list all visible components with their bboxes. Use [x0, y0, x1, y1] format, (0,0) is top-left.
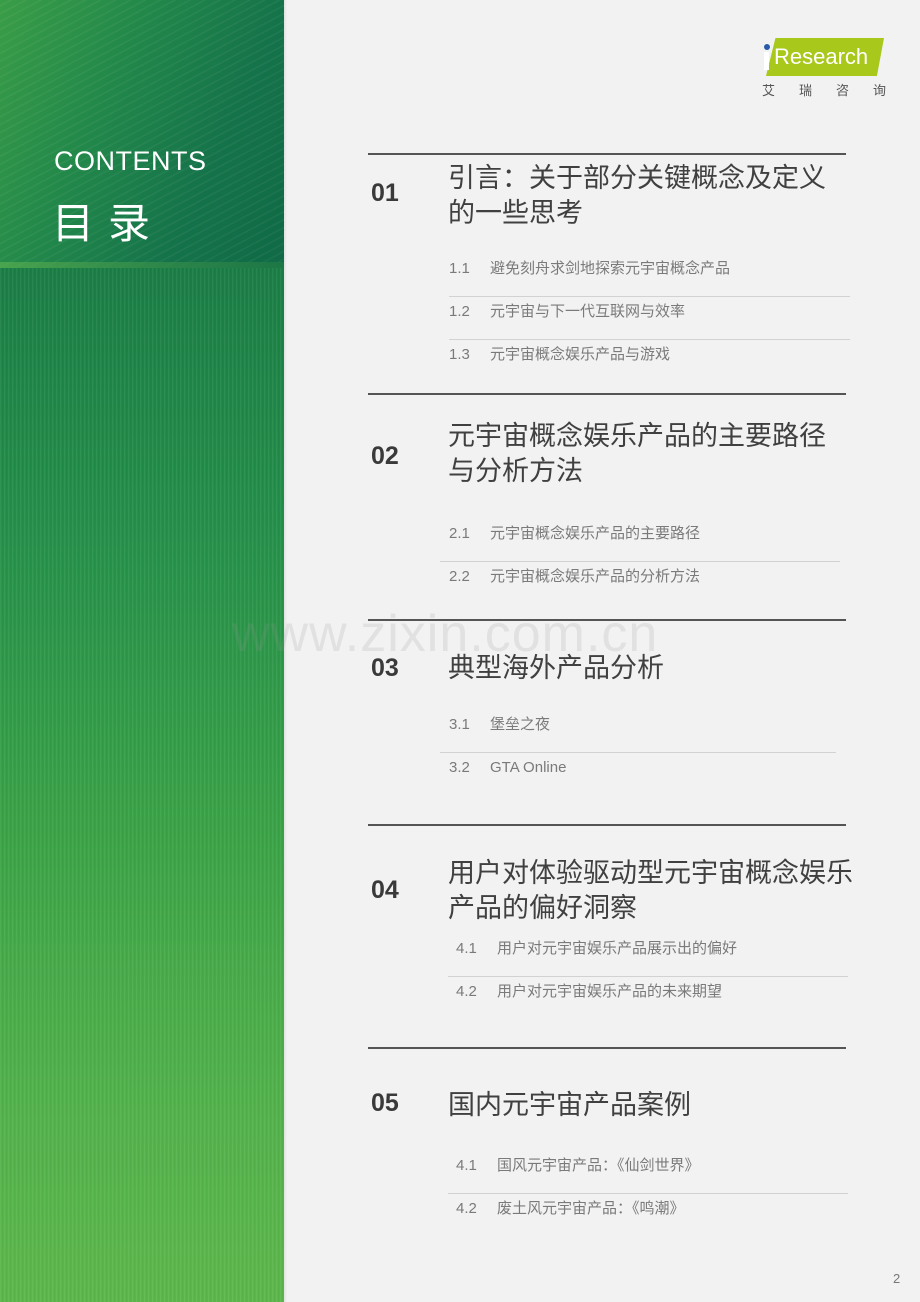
toc-item-number: 2.2 — [449, 568, 470, 585]
logo-brand-text: Research — [774, 44, 869, 69]
toc-item-label: 元宇宙概念娱乐产品的主要路径 — [490, 525, 701, 542]
toc-item-label: 用户对元宇宙娱乐产品的未来期望 — [497, 983, 723, 1000]
toc-item-label: 用户对元宇宙娱乐产品展示出的偏好 — [497, 940, 738, 957]
toc-item-number: 4.1 — [456, 1157, 477, 1174]
toc-item-number: 3.1 — [449, 716, 470, 733]
toc-item[interactable]: 2.1 元宇宙概念娱乐产品的主要路径 — [440, 519, 840, 562]
toc-item-label: 堡垒之夜 — [490, 716, 551, 733]
section-number: 01 — [371, 179, 399, 207]
section-title[interactable]: 引言：关于部分关键概念及定义的一些思考 — [448, 161, 848, 231]
section-divider — [368, 1047, 846, 1049]
logo-i-dot-icon — [764, 44, 770, 50]
toc-item[interactable]: 1.3 元宇宙概念娱乐产品与游戏 — [449, 340, 850, 383]
toc-item[interactable]: 3.1 堡垒之夜 — [440, 710, 836, 753]
toc-item-number: 1.2 — [449, 303, 470, 320]
toc-item-number: 1.3 — [449, 346, 470, 363]
section-divider — [368, 824, 846, 826]
toc-item-label: 避免刻舟求剑地探索元宇宙概念产品 — [490, 260, 731, 277]
logo-subtitle-char: 艾 — [762, 83, 776, 98]
logo-subtitle-char: 询 — [872, 83, 886, 98]
toc-item[interactable]: 4.2 用户对元宇宙娱乐产品的未来期望 — [448, 977, 848, 1020]
contents-heading-en: CONTENTS — [54, 146, 207, 176]
section-divider — [368, 619, 846, 621]
section-divider — [368, 393, 846, 395]
section-title[interactable]: 典型海外产品分析 — [448, 651, 848, 686]
toc-item-number: 2.1 — [449, 525, 470, 542]
toc-item-label: 元宇宙概念娱乐产品与游戏 — [490, 346, 671, 363]
toc-item[interactable]: 1.2 元宇宙与下一代互联网与效率 — [449, 297, 850, 340]
contents-heading-zh: 目录 — [52, 200, 165, 247]
toc-item[interactable]: 4.1 用户对元宇宙娱乐产品展示出的偏好 — [448, 934, 848, 977]
toc-item-label: 国风元宇宙产品：《仙剑世界》 — [497, 1157, 700, 1174]
logo-subtitle: 艾 瑞 咨 询 — [762, 80, 886, 99]
section-title[interactable]: 国内元宇宙产品案例 — [448, 1088, 848, 1123]
toc-item-number: 1.1 — [449, 260, 470, 277]
toc-item[interactable]: 2.2 元宇宙概念娱乐产品的分析方法 — [449, 562, 840, 605]
sidebar-stripe-pattern — [0, 268, 284, 1302]
section-number: 04 — [371, 876, 399, 904]
toc-item[interactable]: 4.1 国风元宇宙产品：《仙剑世界》 — [448, 1151, 848, 1194]
toc-item-label: 元宇宙概念娱乐产品的分析方法 — [490, 568, 701, 585]
toc-item[interactable]: 3.2 GTA Online — [449, 753, 836, 796]
section-number: 05 — [371, 1089, 399, 1117]
toc-item-label: GTA Online — [490, 759, 567, 776]
iresearch-logo: Research 艾 瑞 咨 询 — [756, 36, 890, 98]
toc-item-label: 废土风元宇宙产品：《鸣潮》 — [497, 1200, 685, 1217]
section-divider — [368, 153, 846, 155]
toc-item-number: 4.2 — [456, 983, 477, 1000]
sidebar-edge-shadow — [284, 0, 287, 1302]
toc-item-label: 元宇宙与下一代互联网与效率 — [490, 303, 686, 320]
toc-item-number: 4.1 — [456, 940, 477, 957]
sidebar-panel: CONTENTS 目录 — [0, 0, 284, 1302]
section-number: 03 — [371, 654, 399, 682]
toc-item-number: 3.2 — [449, 759, 470, 776]
toc-item[interactable]: 1.1 避免刻舟求剑地探索元宇宙概念产品 — [449, 254, 850, 297]
section-number: 02 — [371, 442, 399, 470]
page-number: 2 — [893, 1271, 901, 1286]
section-title[interactable]: 用户对体验驱动型元宇宙概念娱乐产品的偏好洞察 — [448, 856, 868, 926]
logo-subtitle-char: 瑞 — [798, 83, 812, 98]
toc-item[interactable]: 4.2 废土风元宇宙产品：《鸣潮》 — [448, 1194, 848, 1237]
toc-item-number: 4.2 — [456, 1200, 477, 1217]
section-title[interactable]: 元宇宙概念娱乐产品的主要路径与分析方法 — [448, 419, 848, 489]
logo-subtitle-char: 咨 — [835, 83, 849, 98]
logo-i-stem-icon — [764, 52, 769, 70]
